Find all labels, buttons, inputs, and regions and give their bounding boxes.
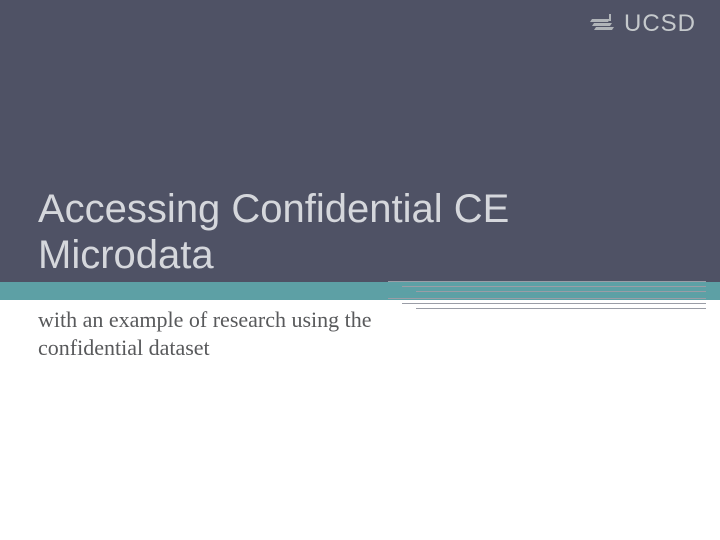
- decorative-line: [416, 308, 706, 309]
- decorative-line: [388, 298, 706, 299]
- decorative-line: [402, 286, 706, 287]
- logo-text: UCSD: [624, 10, 696, 38]
- slide-title: Accessing Confidential CE Microdata: [38, 186, 638, 278]
- institution-logo: UCSD: [590, 10, 696, 38]
- decorative-line: [388, 281, 706, 282]
- decorative-lines: [388, 281, 708, 313]
- title-slide: UCSD Accessing Confidential CE Microdata…: [0, 0, 720, 540]
- decorative-line: [416, 291, 706, 292]
- top-panel: UCSD Accessing Confidential CE Microdata: [0, 0, 720, 282]
- ship-icon: [590, 14, 618, 34]
- slide-subtitle: with an example of research using the co…: [38, 306, 398, 361]
- decorative-line: [402, 303, 706, 304]
